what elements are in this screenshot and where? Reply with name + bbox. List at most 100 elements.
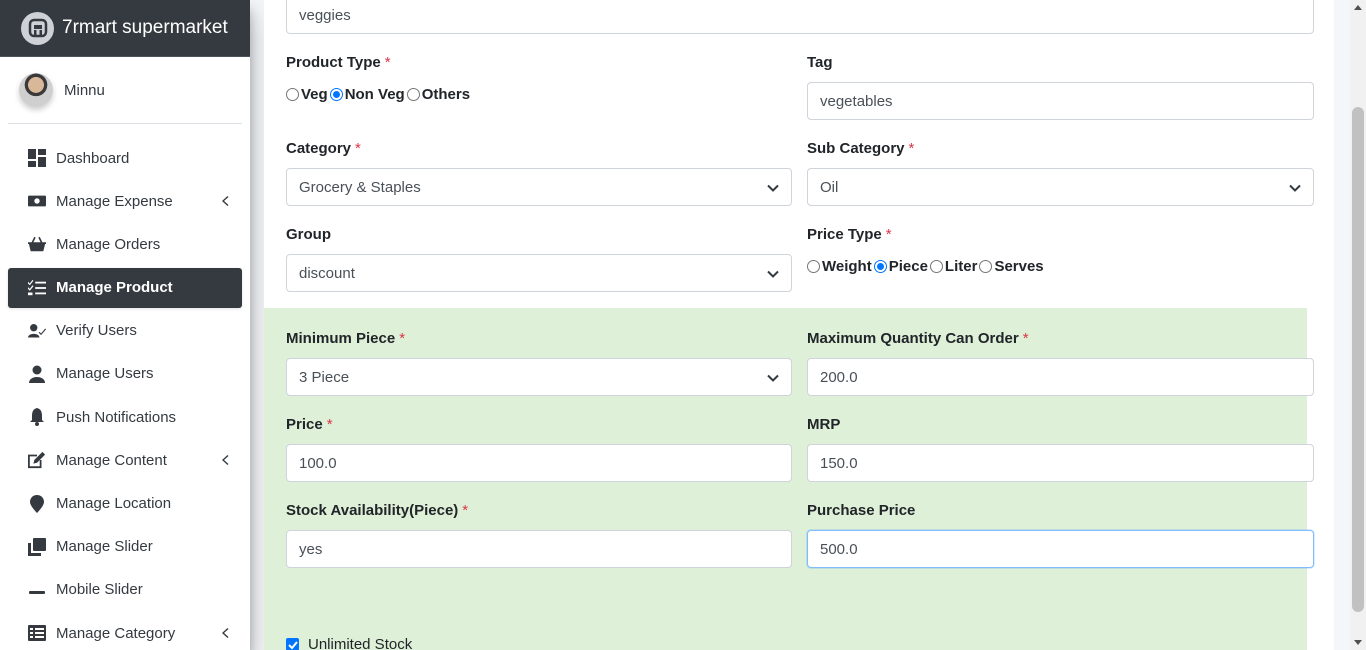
sidebar-item-label: Dashboard bbox=[56, 149, 130, 167]
radio-non-veg[interactable] bbox=[329, 88, 343, 101]
chevron-down-icon bbox=[767, 371, 779, 383]
required-asterisk: * bbox=[399, 330, 406, 347]
radio-non-veg-label[interactable]: Non Veg bbox=[345, 86, 405, 103]
unlimited-stock-checkbox[interactable] bbox=[286, 638, 299, 650]
required-asterisk: * bbox=[384, 54, 391, 71]
sidebar-item-push-notifications[interactable]: Push Notifications bbox=[8, 397, 242, 437]
sidebar-item-label: Mobile Slider bbox=[56, 581, 143, 599]
price-input[interactable]: 100.0 bbox=[286, 444, 792, 482]
minimum-piece-select[interactable]: 3 Piece bbox=[286, 358, 792, 396]
scrollbar-thumb[interactable] bbox=[1352, 107, 1364, 612]
money-icon bbox=[26, 192, 48, 210]
minimum-piece-label: Minimum Piece * bbox=[286, 330, 405, 347]
category-value: Grocery & Staples bbox=[299, 178, 421, 196]
chevron-left-icon bbox=[218, 194, 232, 208]
price-label-text: Price bbox=[286, 416, 323, 433]
radio-veg-label[interactable]: Veg bbox=[301, 86, 328, 103]
sidebar-item-dashboard[interactable]: Dashboard bbox=[8, 138, 242, 178]
purchase-price-label-text: Purchase Price bbox=[807, 502, 916, 519]
sub-category-select[interactable]: Oil bbox=[807, 168, 1314, 206]
sidebar: 7rmart supermarket Minnu Dashboard Manag… bbox=[0, 0, 250, 650]
chevron-down-icon bbox=[1289, 181, 1301, 193]
radio-piece[interactable] bbox=[873, 260, 887, 273]
mrp-label-text: MRP bbox=[807, 416, 841, 433]
unlimited-stock-row: Unlimited Stock bbox=[286, 636, 412, 650]
price-type-label-text: Price Type bbox=[807, 226, 882, 243]
max-quantity-input[interactable]: 200.0 bbox=[807, 358, 1314, 396]
sub-category-label-text: Sub Category bbox=[807, 140, 905, 157]
dashboard-icon bbox=[26, 149, 48, 167]
bell-icon bbox=[26, 408, 48, 427]
radio-liter[interactable] bbox=[929, 260, 943, 273]
stock-availability-label-text: Stock Availability(Piece) bbox=[286, 502, 459, 519]
radio-others[interactable] bbox=[406, 88, 420, 101]
sidebar-item-mobile-slider[interactable]: Mobile Slider bbox=[8, 570, 242, 610]
sidebar-item-manage-expense[interactable]: Manage Expense bbox=[8, 181, 242, 221]
group-label-text: Group bbox=[286, 226, 331, 243]
stock-availability-label: Stock Availability(Piece) * bbox=[286, 502, 468, 519]
max-quantity-value: 200.0 bbox=[820, 368, 858, 386]
tasks-icon bbox=[26, 279, 48, 297]
sidebar-item-label: Manage Category bbox=[56, 624, 176, 642]
sub-category-value: Oil bbox=[820, 178, 839, 196]
radio-others-label[interactable]: Others bbox=[422, 86, 470, 103]
mrp-input[interactable]: 150.0 bbox=[807, 444, 1314, 482]
radio-weight[interactable] bbox=[807, 260, 820, 273]
basket-icon bbox=[26, 235, 48, 253]
sidebar-nav: Dashboard Manage Expense Manage Orders M… bbox=[0, 138, 250, 650]
mrp-label: MRP bbox=[807, 416, 840, 433]
sidebar-item-manage-users[interactable]: Manage Users bbox=[8, 354, 242, 394]
sidebar-item-manage-category[interactable]: Manage Category bbox=[8, 613, 242, 650]
price-type-radio-group: Weight Piece Liter Serves bbox=[807, 258, 1046, 275]
brand-logo-icon bbox=[21, 11, 54, 45]
sidebar-item-verify-users[interactable]: Verify Users bbox=[8, 311, 242, 351]
sidebar-item-manage-slider[interactable]: Manage Slider bbox=[8, 527, 242, 567]
user-panel[interactable]: Minnu bbox=[8, 57, 242, 124]
page-scrollbar[interactable] bbox=[1350, 0, 1366, 650]
required-asterisk: * bbox=[355, 140, 361, 157]
sidebar-item-manage-orders[interactable]: Manage Orders bbox=[8, 224, 242, 264]
sidebar-item-manage-location[interactable]: Manage Location bbox=[8, 484, 242, 524]
purchase-price-label: Purchase Price bbox=[807, 502, 915, 519]
category-label-text: Category bbox=[286, 140, 352, 157]
scroll-down-arrow-icon[interactable] bbox=[1354, 640, 1362, 645]
radio-piece-label[interactable]: Piece bbox=[889, 258, 928, 275]
tag-input[interactable]: vegetables bbox=[807, 82, 1314, 120]
clone-icon bbox=[26, 537, 48, 556]
tag-value: vegetables bbox=[820, 92, 893, 110]
user-icon bbox=[26, 365, 48, 383]
user-check-icon bbox=[26, 322, 48, 340]
sidebar-item-label: Manage Location bbox=[56, 495, 172, 512]
radio-serves[interactable] bbox=[979, 260, 993, 273]
radio-weight-label[interactable]: Weight bbox=[822, 258, 872, 275]
sidebar-item-label: Manage Product bbox=[56, 279, 173, 297]
radio-serves-label[interactable]: Serves bbox=[994, 258, 1043, 275]
sidebar-item-label: Push Notifications bbox=[56, 408, 177, 426]
required-asterisk: * bbox=[908, 140, 915, 157]
avatar bbox=[19, 73, 53, 107]
description-input[interactable]: veggies bbox=[286, 0, 1314, 34]
product-type-radio-group: Veg Non Veg Others bbox=[286, 86, 472, 103]
user-name[interactable]: Minnu bbox=[64, 82, 105, 99]
stock-availability-value: yes bbox=[299, 540, 323, 558]
price-label: Price * bbox=[286, 416, 333, 433]
stock-availability-input[interactable]: yes bbox=[286, 530, 792, 568]
minimum-piece-value: 3 Piece bbox=[299, 368, 350, 386]
price-type-label: Price Type * bbox=[807, 226, 892, 243]
list-icon bbox=[26, 624, 48, 642]
edit-icon bbox=[26, 451, 48, 469]
chevron-down-icon bbox=[767, 267, 779, 279]
radio-liter-label[interactable]: Liter bbox=[945, 258, 978, 275]
purchase-price-input[interactable]: 500.0 bbox=[807, 530, 1314, 568]
sidebar-item-manage-content[interactable]: Manage Content bbox=[8, 440, 242, 480]
group-select[interactable]: discount bbox=[286, 254, 792, 292]
scroll-up-arrow-icon[interactable] bbox=[1354, 5, 1362, 10]
unlimited-stock-label[interactable]: Unlimited Stock bbox=[308, 636, 412, 650]
brand-link[interactable]: 7rmart supermarket bbox=[0, 0, 250, 57]
radio-veg[interactable] bbox=[286, 88, 299, 101]
category-select[interactable]: Grocery & Staples bbox=[286, 168, 792, 206]
sidebar-item-label: Manage Users bbox=[56, 365, 154, 383]
mrp-value: 150.0 bbox=[820, 454, 858, 472]
tag-label: Tag bbox=[807, 54, 833, 71]
sidebar-item-manage-product[interactable]: Manage Product bbox=[8, 267, 242, 308]
